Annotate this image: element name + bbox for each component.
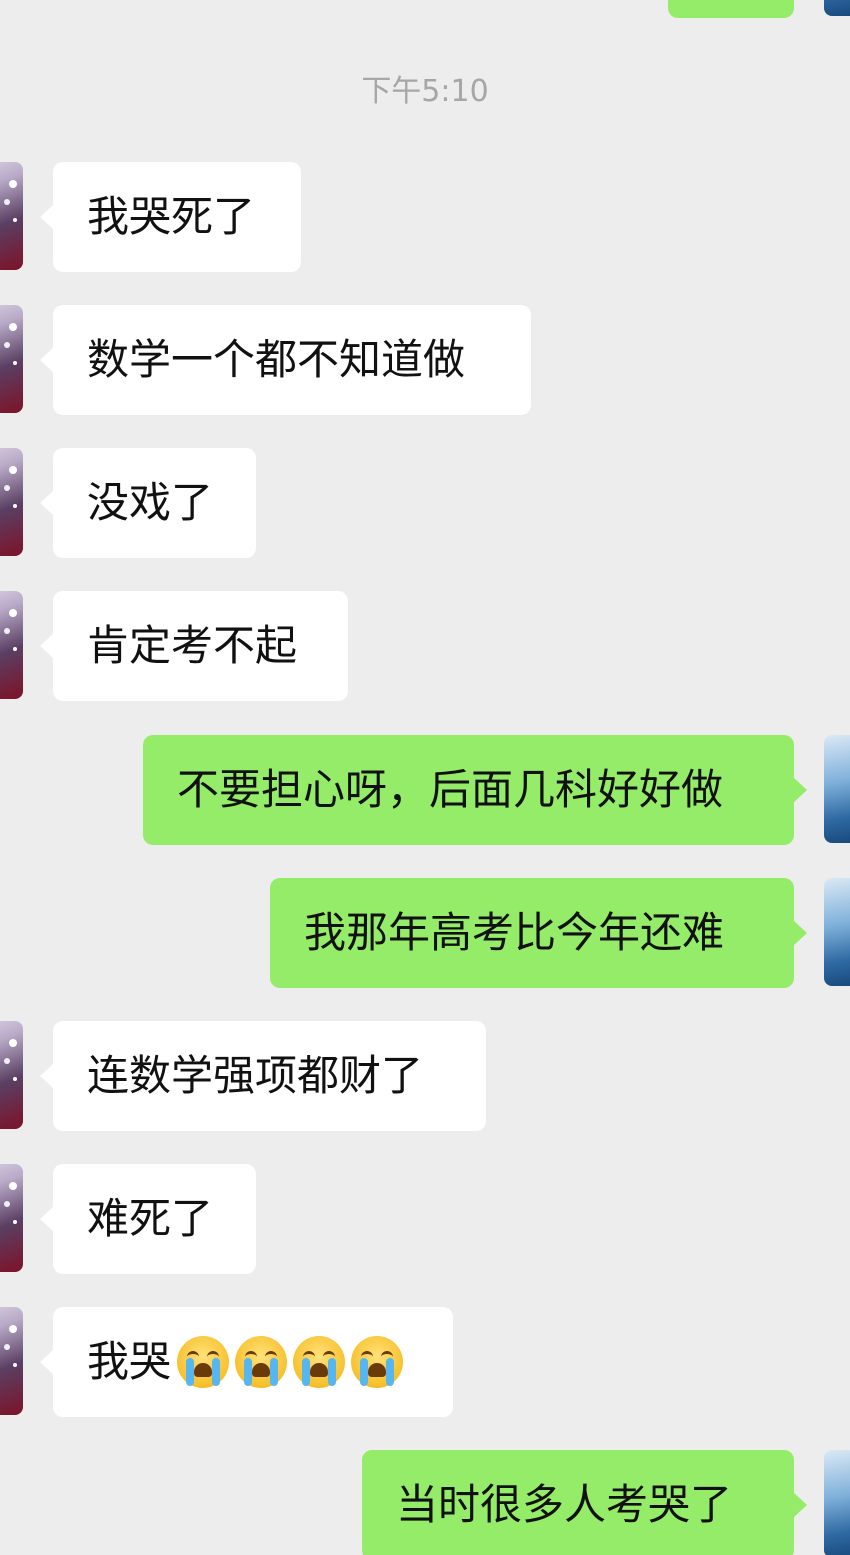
loudly-crying-face-icon: [293, 1335, 346, 1388]
outgoing-bubble-partial[interactable]: [668, 0, 794, 18]
incoming-message-bubble[interactable]: 连数学强项都财了: [40, 1021, 486, 1131]
incoming-message-bubble[interactable]: 我哭死了: [40, 162, 301, 272]
message-text: 难死了: [87, 1194, 214, 1243]
message-text: 连数学强项都财了: [87, 1051, 424, 1100]
message-row: 数学一个都不知道做: [0, 305, 850, 415]
message-text: 不要担心呀，后面几科好好做: [177, 765, 724, 814]
contact-avatar[interactable]: [0, 305, 23, 413]
chat-area[interactable]: 下午5:10 我哭死了 数学一个都不知道做 没戏了 肯定考不起 不要担心呀，后面…: [0, 0, 850, 1555]
incoming-message-bubble[interactable]: 数学一个都不知道做: [40, 305, 531, 415]
message-row: 当时很多人考哭了: [0, 1450, 850, 1555]
my-avatar[interactable]: [824, 1450, 850, 1555]
my-avatar[interactable]: [824, 0, 850, 16]
contact-avatar[interactable]: [0, 1307, 23, 1415]
message-text: 我哭: [87, 1337, 172, 1386]
incoming-message-bubble[interactable]: 没戏了: [40, 448, 256, 558]
message-row: 我那年高考比今年还难: [0, 878, 850, 988]
message-row: 我哭: [0, 1307, 850, 1417]
outgoing-message-bubble[interactable]: 我那年高考比今年还难: [270, 878, 807, 988]
message-row: 不要担心呀，后面几科好好做: [0, 735, 850, 845]
loudly-crying-face-icon: [235, 1335, 288, 1388]
my-avatar[interactable]: [824, 878, 850, 986]
message-timestamp: 下午5:10: [361, 74, 489, 109]
incoming-message-bubble[interactable]: 我哭: [40, 1307, 453, 1417]
message-text: 我那年高考比今年还难: [304, 908, 725, 957]
message-text: 当时很多人考哭了: [396, 1480, 733, 1529]
contact-avatar[interactable]: [0, 448, 23, 556]
contact-avatar[interactable]: [0, 1021, 23, 1129]
contact-avatar[interactable]: [0, 591, 23, 699]
my-avatar[interactable]: [824, 735, 850, 843]
message-row-partial: [0, 0, 850, 18]
message-text: 我哭死了: [87, 192, 256, 241]
message-row: 难死了: [0, 1164, 850, 1274]
message-row: 没戏了: [0, 448, 850, 558]
message-text: 肯定考不起: [87, 621, 298, 670]
message-text: 没戏了: [87, 478, 214, 527]
contact-avatar[interactable]: [0, 1164, 23, 1272]
message-row: 连数学强项都财了: [0, 1021, 850, 1131]
loudly-crying-face-icon: [351, 1335, 404, 1388]
contact-avatar[interactable]: [0, 162, 23, 270]
outgoing-message-bubble[interactable]: 当时很多人考哭了: [362, 1450, 807, 1555]
message-text: 数学一个都不知道做: [87, 335, 466, 384]
incoming-message-bubble[interactable]: 难死了: [40, 1164, 256, 1274]
incoming-message-bubble[interactable]: 肯定考不起: [40, 591, 348, 701]
outgoing-message-bubble[interactable]: 不要担心呀，后面几科好好做: [143, 735, 807, 845]
message-row: 我哭死了: [0, 162, 850, 272]
loudly-crying-face-icon: [177, 1335, 230, 1388]
message-row: 肯定考不起: [0, 591, 850, 701]
